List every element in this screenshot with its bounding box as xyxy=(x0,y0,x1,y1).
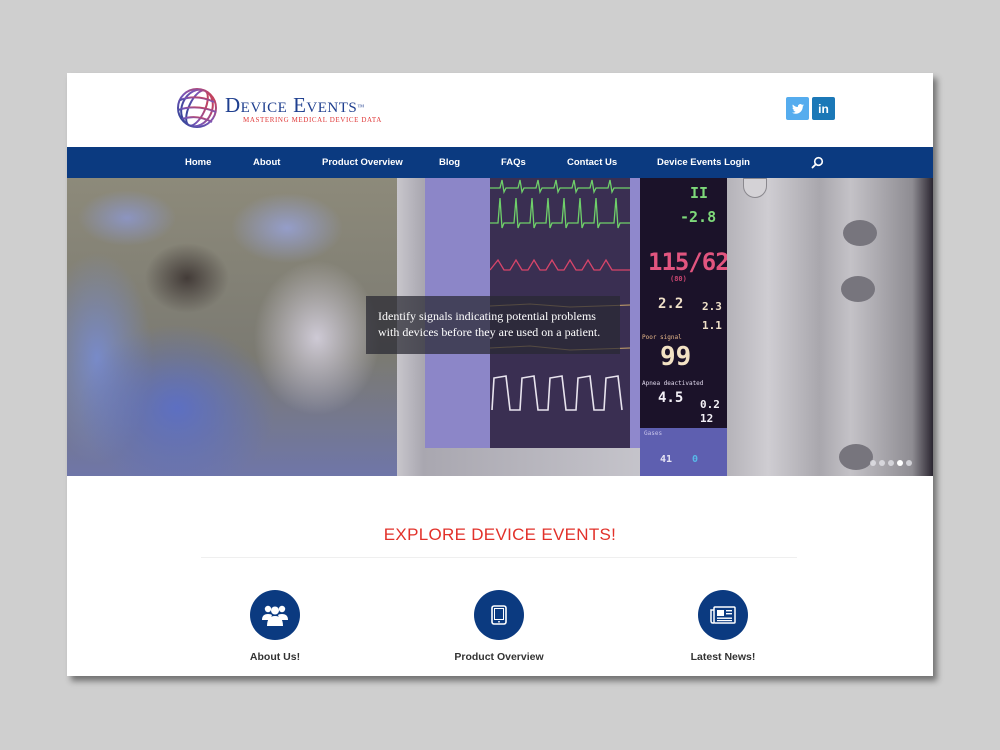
site-header: Device Events™ Mastering Medical Device … xyxy=(67,73,933,147)
slide-dot-4[interactable] xyxy=(897,460,903,466)
nav-contact-us[interactable]: Contact Us xyxy=(567,147,617,178)
nav-blog[interactable]: Blog xyxy=(439,147,460,178)
newspaper-icon xyxy=(710,606,736,624)
globe-icon xyxy=(177,88,217,128)
nav-product-overview[interactable]: Product Overview xyxy=(322,147,403,178)
slider-pagination xyxy=(870,460,912,466)
slide-dot-2[interactable] xyxy=(879,460,885,466)
twitter-button[interactable] xyxy=(786,97,809,120)
nav-faqs[interactable]: FAQs xyxy=(501,147,526,178)
linkedin-icon: in xyxy=(818,101,829,116)
feature-label[interactable]: About Us! xyxy=(195,651,355,663)
nav-home[interactable]: Home xyxy=(185,147,211,178)
feature-product-overview[interactable]: Product Overview xyxy=(419,590,579,663)
slide-dot-5[interactable] xyxy=(906,460,912,466)
slide-dot-1[interactable] xyxy=(870,460,876,466)
logo-title: Device Events™ xyxy=(225,92,365,117)
slide-dot-3[interactable] xyxy=(888,460,894,466)
logo-tagline: Mastering Medical Device Data xyxy=(243,115,382,124)
explore-heading: EXPLORE DEVICE EVENTS! xyxy=(383,525,617,544)
nav-device-events-login[interactable]: Device Events Login xyxy=(657,147,750,178)
users-icon xyxy=(262,605,288,626)
hero-caption: Identify signals indicating potential pr… xyxy=(366,296,620,354)
surgeons-photo xyxy=(67,178,407,476)
main-nav: Home About Product Overview Blog FAQs Co… xyxy=(67,147,933,178)
nav-about[interactable]: About xyxy=(253,147,280,178)
monitor-gases-panel: Gases 41 0 xyxy=(640,428,727,476)
logo[interactable]: Device Events™ Mastering Medical Device … xyxy=(175,86,382,130)
social-links: in xyxy=(786,97,835,120)
tablet-icon xyxy=(491,605,507,625)
feature-about-us[interactable]: About Us! xyxy=(195,590,355,663)
linkedin-button[interactable]: in xyxy=(812,97,835,120)
feature-latest-news[interactable]: Latest News! xyxy=(643,590,803,663)
feature-label[interactable]: Latest News! xyxy=(643,651,803,663)
monitor-housing xyxy=(727,178,933,476)
webpage: Device Events™ Mastering Medical Device … xyxy=(67,73,933,676)
feature-label[interactable]: Product Overview xyxy=(419,651,579,663)
monitor-side-strip xyxy=(630,178,640,448)
search-icon[interactable] xyxy=(811,156,824,169)
monitor-vitals: II -2.8 115/62 (80) 2.2 2.3 1.1 Poor sig… xyxy=(640,178,730,428)
hero-slider: II -2.8 115/62 (80) 2.2 2.3 1.1 Poor sig… xyxy=(67,178,933,476)
twitter-icon xyxy=(791,103,804,114)
section-divider xyxy=(201,557,797,558)
